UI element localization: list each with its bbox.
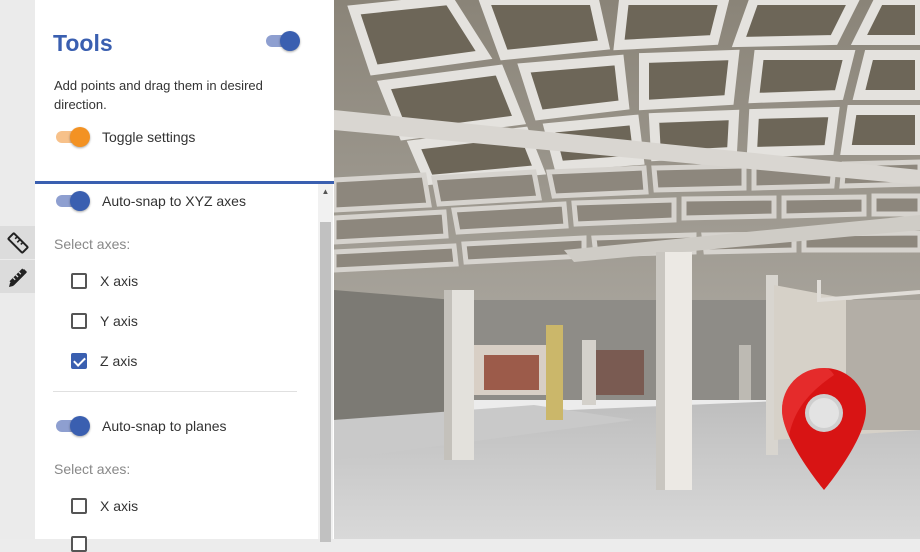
y-axis-label: Y axis	[100, 313, 138, 329]
planes-snap-label: Auto-snap to planes	[102, 418, 227, 434]
tools-panel: Tools Add points and drag them in desire…	[35, 0, 334, 552]
plane-x-axis-checkbox[interactable]	[71, 498, 87, 514]
planes-snap-toggle[interactable]	[54, 416, 90, 436]
scroll-up-arrow-icon[interactable]: ▲	[318, 184, 333, 200]
xyz-snap-toggle[interactable]	[54, 191, 90, 211]
select-axes-label: Select axes:	[54, 236, 131, 252]
measure-tool-button[interactable]	[0, 226, 35, 259]
select-planes-axes-label: Select axes:	[54, 461, 131, 477]
plane-y-axis-checkbox[interactable]	[71, 536, 87, 552]
divider	[53, 391, 297, 392]
settings-toggle-label: Toggle settings	[102, 129, 196, 145]
section-divider	[35, 181, 334, 184]
panel-description: Add points and drag them in desired dire…	[54, 78, 263, 112]
y-axis-checkbox[interactable]	[71, 313, 87, 329]
plane-x-axis-label: X axis	[100, 498, 139, 514]
tools-toggle[interactable]	[264, 31, 300, 51]
x-axis-label: X axis	[100, 273, 139, 289]
draw-tool-button[interactable]	[0, 260, 35, 293]
xyz-snap-label: Auto-snap to XYZ axes	[102, 193, 246, 209]
panorama-viewer[interactable]	[334, 0, 920, 539]
z-axis-label: Z axis	[100, 353, 138, 369]
scrollbar-thumb[interactable]	[320, 222, 331, 542]
settings-toggle[interactable]	[54, 127, 90, 147]
panel-scrollbar[interactable]: ▲	[318, 184, 333, 542]
tool-rail	[0, 0, 35, 539]
panel-title: Tools	[53, 30, 113, 56]
z-axis-checkbox[interactable]	[71, 353, 87, 369]
x-axis-checkbox[interactable]	[71, 273, 87, 289]
panorama-image	[334, 0, 920, 539]
ruler-icon	[7, 232, 28, 253]
drafting-tools-icon	[8, 268, 27, 287]
